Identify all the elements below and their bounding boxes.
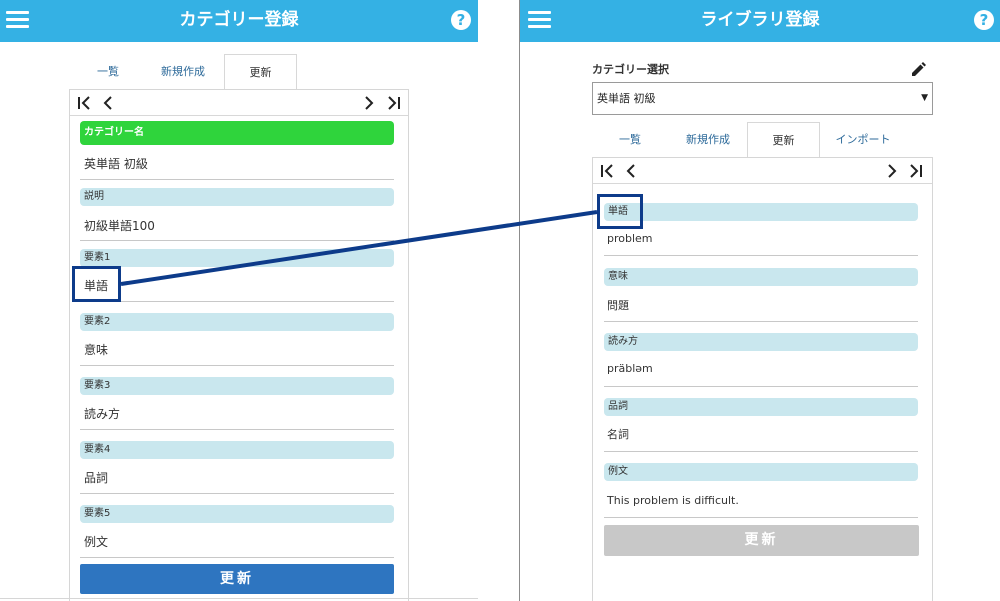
field-value-description[interactable]: 初級単語100: [84, 217, 155, 234]
field-label-meaning: 意味: [604, 268, 918, 286]
divider: [604, 255, 918, 256]
caret-down-icon: ▼: [921, 93, 928, 103]
app-bar: ライブラリ登録 ?: [520, 0, 1000, 42]
page-title: ライブラリ登録: [700, 10, 820, 30]
field-value-element-3[interactable]: 読み方: [84, 405, 120, 422]
category-select[interactable]: 英単語 初級 ▼: [592, 82, 933, 115]
divider: [604, 321, 918, 322]
divider: [604, 451, 918, 452]
record-navigator: [593, 158, 932, 184]
pencil-icon[interactable]: [910, 62, 926, 78]
page-title: カテゴリー登録: [179, 10, 299, 30]
field-value-category-name[interactable]: 英単語 初級: [84, 155, 148, 172]
field-label-category-name: カテゴリー名: [80, 121, 394, 145]
update-button-disabled[interactable]: 更新: [604, 525, 919, 556]
tab-update[interactable]: 更新: [747, 122, 820, 158]
field-value-reading[interactable]: präbləm: [607, 362, 653, 375]
field-value-element-2[interactable]: 意味: [84, 341, 108, 358]
field-value-part-of-speech[interactable]: 名詞: [607, 426, 629, 442]
category-select-value: 英単語 初級: [597, 92, 656, 105]
last-page-icon[interactable]: [906, 162, 924, 180]
app-bar: カテゴリー登録 ?: [0, 0, 478, 42]
tab-import[interactable]: インポート: [827, 132, 899, 148]
tab-list[interactable]: 一覧: [88, 64, 128, 80]
divider: [604, 517, 918, 518]
bottom-border: [0, 598, 478, 599]
field-label-element-3: 要素3: [80, 377, 394, 395]
field-label-element-4: 要素4: [80, 441, 394, 459]
divider: [80, 365, 394, 366]
field-value-example[interactable]: This problem is difficult.: [607, 494, 739, 507]
tab-new[interactable]: 新規作成: [680, 132, 736, 148]
field-label-element-1: 要素1: [80, 249, 394, 267]
field-label-example: 例文: [604, 463, 918, 481]
library-register-screen: ライブラリ登録 ? カテゴリー選択 英単語 初級 ▼ 一覧 新規作成 更新 イン…: [519, 0, 1000, 601]
divider: [80, 179, 394, 180]
chevron-right-icon[interactable]: [360, 94, 378, 112]
divider: [80, 240, 394, 241]
divider: [80, 493, 394, 494]
field-label-description: 説明: [80, 188, 394, 206]
chevron-left-icon[interactable]: [99, 94, 117, 112]
highlight-box-element-1: [72, 266, 121, 302]
field-label-element-2: 要素2: [80, 313, 394, 331]
help-icon[interactable]: ?: [451, 10, 471, 30]
field-value-element-5[interactable]: 例文: [84, 533, 108, 550]
first-page-icon[interactable]: [599, 162, 617, 180]
field-value-meaning[interactable]: 問題: [607, 297, 629, 313]
field-label-part-of-speech: 品詞: [604, 398, 918, 416]
tab-list[interactable]: 一覧: [612, 132, 648, 148]
chevron-right-icon[interactable]: [883, 162, 901, 180]
field-label-word: 単語: [604, 203, 918, 221]
highlight-box-word: [597, 194, 643, 229]
category-select-label: カテゴリー選択: [592, 63, 669, 76]
help-icon[interactable]: ?: [974, 10, 994, 30]
field-label-reading: 読み方: [604, 333, 918, 351]
field-value-word[interactable]: problem: [607, 232, 653, 245]
update-button[interactable]: 更新: [80, 564, 394, 594]
divider: [80, 557, 394, 558]
divider: [80, 429, 394, 430]
chevron-left-icon[interactable]: [622, 162, 640, 180]
tab-update[interactable]: 更新: [224, 54, 297, 90]
divider: [604, 386, 918, 387]
tab-new[interactable]: 新規作成: [153, 64, 213, 80]
field-value-element-4[interactable]: 品詞: [84, 469, 108, 486]
divider: [80, 301, 394, 302]
record-navigator: [70, 90, 408, 116]
first-page-icon[interactable]: [76, 94, 94, 112]
last-page-icon[interactable]: [384, 94, 402, 112]
field-label-element-5: 要素5: [80, 505, 394, 523]
